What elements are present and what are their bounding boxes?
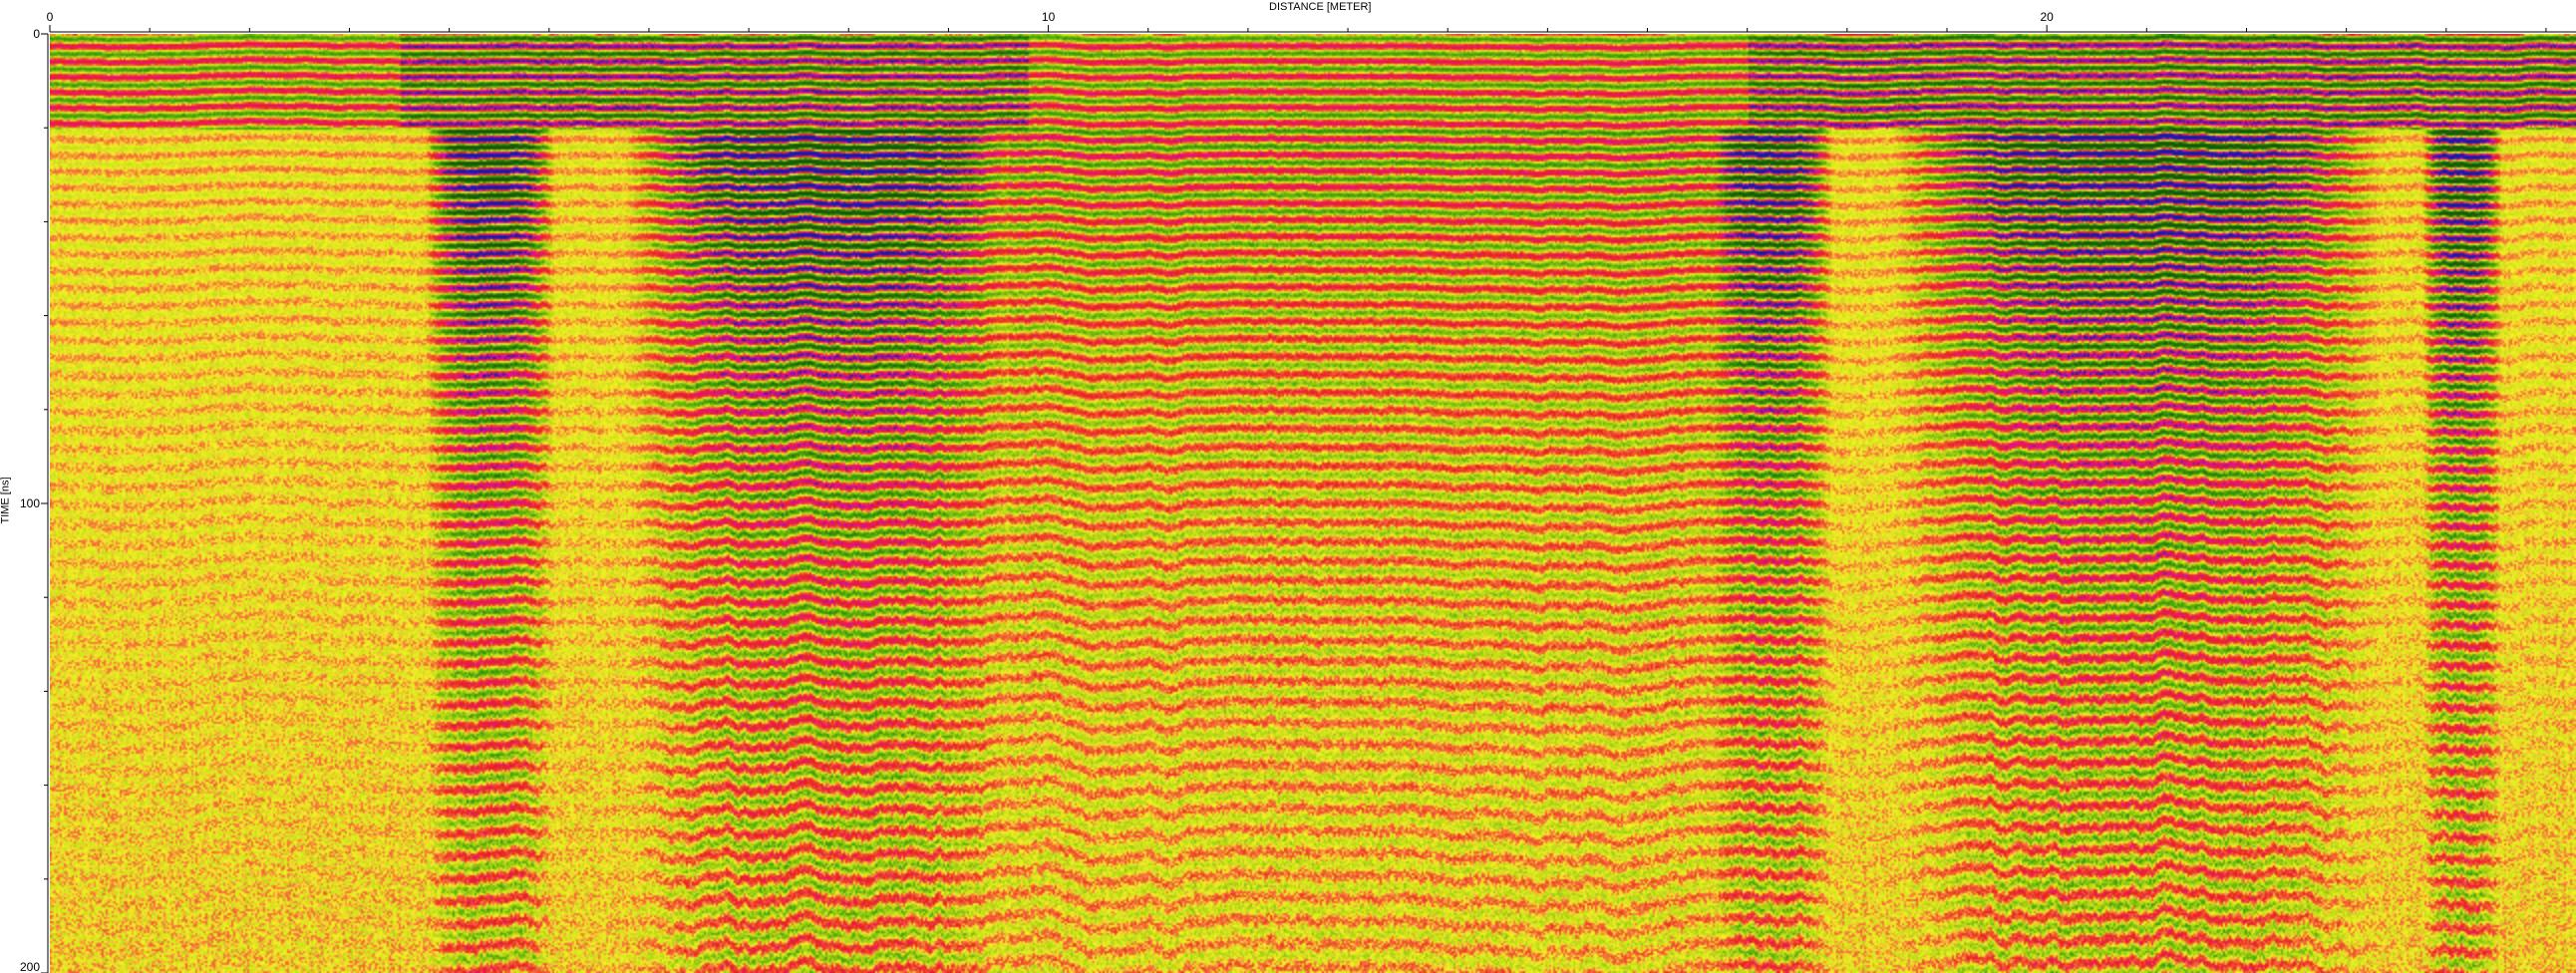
x-axis: 0 10 20: [47, 10, 2576, 33]
y-tick-label: 100: [20, 496, 40, 510]
y-axis-title: TIME [ns]: [0, 477, 12, 524]
y-tick-label: 0: [33, 27, 40, 41]
chart-axes: 0 10 20 0 100 200: [20, 10, 2576, 973]
y-tick-label: 200: [20, 960, 40, 973]
radargram-chart: 0 10 20 0 100 200 DISTANCE [METER] TIME [ns]: [0, 0, 2576, 973]
x-axis-title: DISTANCE [METER]: [1269, 1, 1372, 13]
x-tick-label: 0: [47, 10, 54, 24]
x-tick-label: 20: [2040, 10, 2054, 24]
y-axis: 0 100 200: [20, 27, 49, 973]
x-tick-label: 10: [1042, 10, 1056, 24]
